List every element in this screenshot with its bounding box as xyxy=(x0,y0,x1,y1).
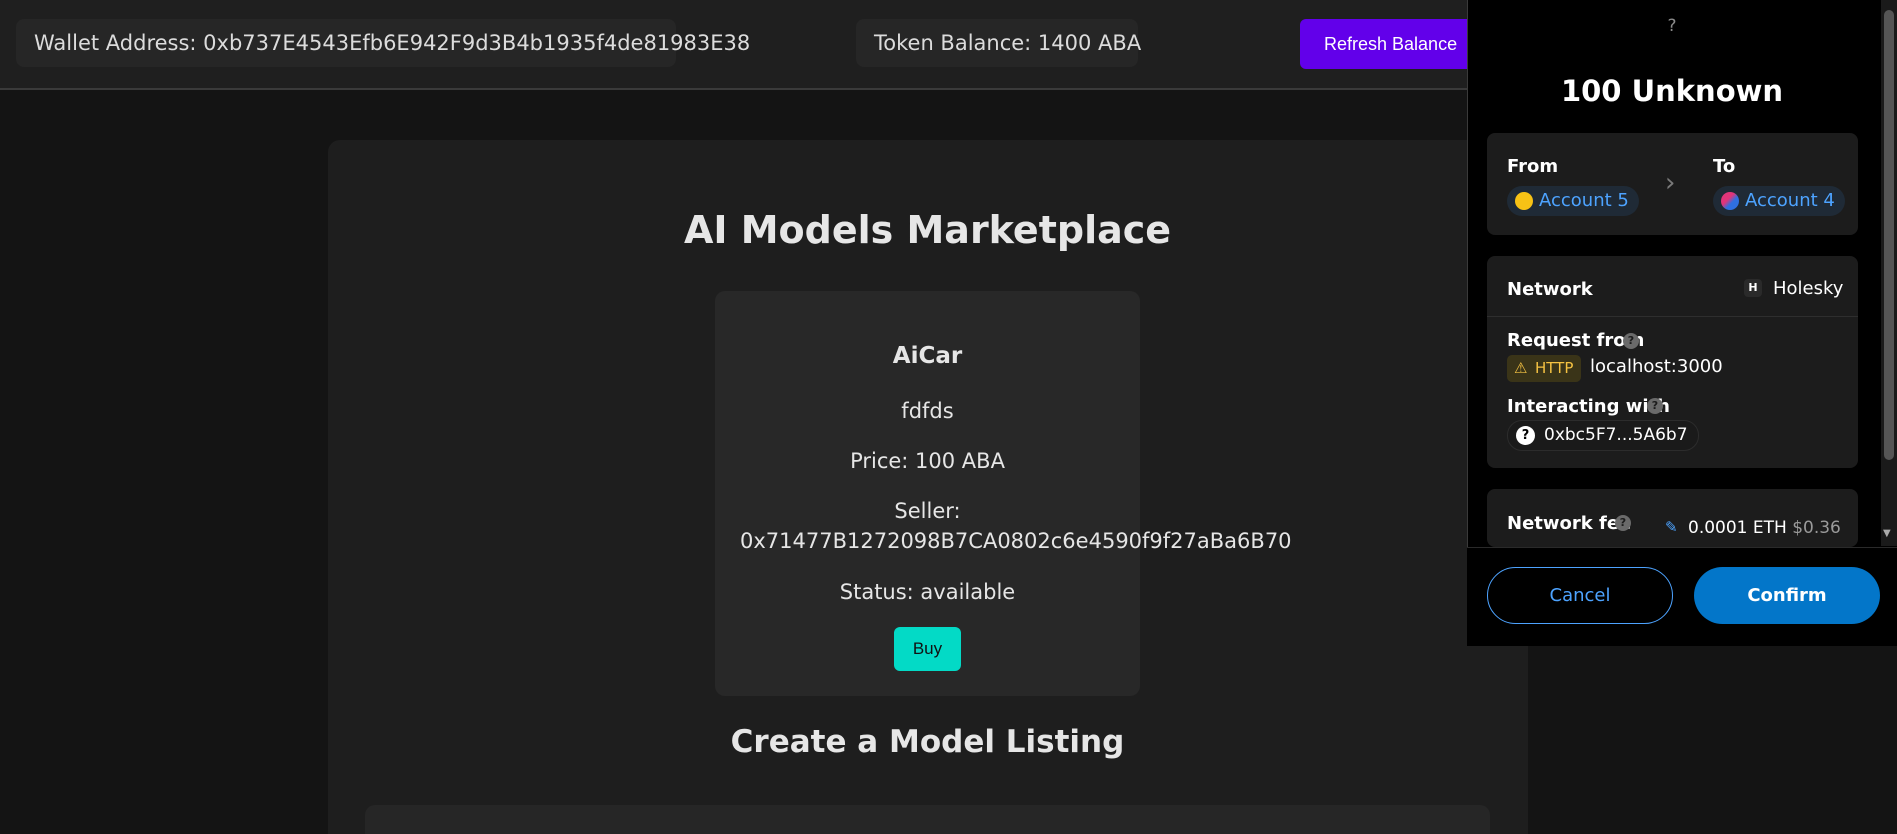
question-icon[interactable]: ? xyxy=(1660,16,1684,36)
request-origin: localhost:3000 xyxy=(1590,356,1723,377)
buy-button[interactable]: Buy xyxy=(894,627,961,671)
model-description: fdfds xyxy=(901,399,954,423)
to-account-label: Account 4 xyxy=(1745,190,1835,211)
divider xyxy=(1487,316,1858,317)
question-icon: ? xyxy=(1516,426,1535,445)
help-circle-icon[interactable]: ? xyxy=(1647,398,1663,414)
to-account[interactable]: Account 4 xyxy=(1713,186,1845,216)
http-badge-label: HTTP xyxy=(1535,359,1574,377)
chevron-right-icon: › xyxy=(1665,168,1676,198)
account-avatar-icon xyxy=(1721,192,1739,210)
to-label: To xyxy=(1713,156,1736,177)
network-label: Network xyxy=(1507,279,1593,300)
fee-usd: $0.36 xyxy=(1792,518,1841,538)
scroll-down-icon[interactable]: ▼ xyxy=(1883,528,1891,539)
network-fee-value: 0.0001 ETH $0.36 xyxy=(1688,518,1841,538)
from-account[interactable]: Account 5 xyxy=(1507,186,1639,216)
model-price: Price: 100 ABA xyxy=(850,449,1005,473)
from-label: From xyxy=(1507,156,1559,177)
network-badge-icon: H xyxy=(1744,279,1762,297)
interacting-with-label: Interacting with xyxy=(1507,396,1670,417)
popup-scrollbar-thumb[interactable] xyxy=(1884,10,1894,460)
wallet-address: Wallet Address: 0xb737E4543Efb6E942F9d3B… xyxy=(16,19,750,67)
create-listing-title: Create a Model Listing xyxy=(730,724,1125,760)
transfer-amount: 100 Unknown xyxy=(1560,74,1784,108)
model-name: AiCar xyxy=(892,343,963,369)
contract-address[interactable]: ? 0xbc5F7...5A6b7 xyxy=(1507,420,1699,451)
seller-address: 0x71477B1272098B7CA0802c6e4590f9f27aBa6B… xyxy=(740,529,1292,553)
account-avatar-icon xyxy=(1515,192,1533,210)
fee-eth: 0.0001 ETH xyxy=(1688,518,1787,538)
warning-icon: ⚠ xyxy=(1514,359,1528,377)
help-circle-icon[interactable]: ? xyxy=(1615,515,1631,531)
http-badge: ⚠ HTTP xyxy=(1507,355,1582,382)
token-balance: Token Balance: 1400 ABA xyxy=(856,19,1141,67)
seller-label: Seller: xyxy=(894,499,961,523)
model-status: Status: available xyxy=(839,580,1016,604)
help-circle-icon[interactable]: ? xyxy=(1623,333,1639,349)
network-fee-label: Network fee xyxy=(1507,513,1632,534)
confirm-button[interactable]: Confirm xyxy=(1694,567,1880,624)
create-listing-form xyxy=(365,805,1490,834)
pencil-icon[interactable]: ✎ xyxy=(1665,518,1678,536)
contract-address-label: 0xbc5F7...5A6b7 xyxy=(1544,425,1688,445)
from-account-label: Account 5 xyxy=(1539,190,1629,211)
network-value: Holesky xyxy=(1773,278,1844,299)
refresh-balance-button[interactable]: Refresh Balance xyxy=(1300,19,1480,69)
cancel-button[interactable]: Cancel xyxy=(1487,567,1673,624)
